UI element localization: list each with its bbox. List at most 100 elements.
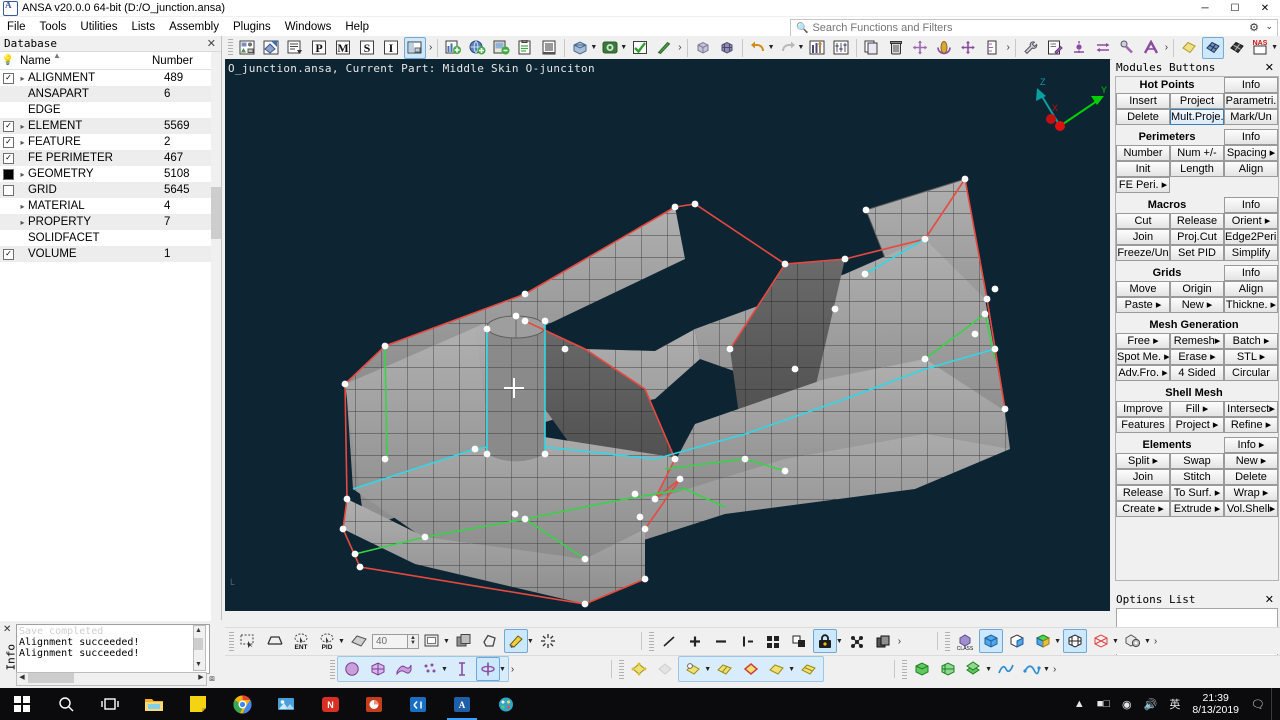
table-row[interactable]: ANSAPART 6 <box>0 86 212 102</box>
scroll-left-icon[interactable]: ◀ <box>17 673 27 683</box>
class-icon[interactable]: CLASS <box>953 629 977 653</box>
translate-icon[interactable] <box>957 37 979 59</box>
grids-origin-button[interactable]: Origin <box>1170 281 1224 297</box>
dropdown6-icon[interactable]: ▼ <box>1112 638 1119 645</box>
checkbox-checked-icon[interactable]: ✓ <box>3 152 14 164</box>
shell-mesh-icon[interactable] <box>1202 36 1225 59</box>
ent-select-icon[interactable]: ENT <box>289 629 313 653</box>
elements-info-button[interactable]: Info ▸ <box>1224 437 1278 453</box>
geometry-face-icon[interactable] <box>1178 37 1200 59</box>
view-dropdown-icon[interactable]: ▼ <box>590 44 597 51</box>
shellmesh-improve-button[interactable]: Improve <box>1116 401 1170 417</box>
meshgen-spotmesh-button[interactable]: Spot Me. ▸ <box>1116 349 1170 365</box>
wire-cube-icon[interactable] <box>1063 629 1088 653</box>
rotate-icon[interactable] <box>933 37 955 59</box>
overflow-chevron-icon[interactable]: › <box>429 42 432 53</box>
mesh-box-icon[interactable] <box>716 37 738 59</box>
shadow-icon[interactable] <box>787 629 811 653</box>
macros-simplify-button[interactable]: Simplify <box>1224 245 1278 261</box>
tree-scrollbar[interactable] <box>211 53 221 626</box>
frame-icon[interactable] <box>420 629 444 653</box>
not-icon[interactable] <box>735 629 759 653</box>
overflow3-chevron-icon[interactable]: › <box>1006 42 1009 53</box>
undo-dropdown-icon[interactable]: ▼ <box>768 44 775 51</box>
row-checkbox[interactable] <box>0 184 17 196</box>
row-checkbox[interactable]: ✓ <box>0 152 17 164</box>
meshgen-circular-button[interactable]: Circular <box>1224 365 1278 381</box>
table-row[interactable]: GRID 5645 <box>0 182 212 198</box>
scrollbar-thumb[interactable] <box>28 673 74 683</box>
table-row[interactable]: SOLIDFACET <box>0 230 212 246</box>
elements-stitch-button[interactable]: Stitch <box>1170 469 1224 485</box>
include-icon[interactable]: I <box>380 37 402 59</box>
gear-icon[interactable]: ⚙ <box>1249 21 1259 34</box>
3d-viewport[interactable]: O_junction.ansa, Current Part: Middle Sk… <box>225 59 1110 611</box>
file-explorer-icon[interactable] <box>132 688 176 720</box>
gear-cube-icon[interactable] <box>1121 629 1145 653</box>
macros-edge2peri-button[interactable]: Edge2Peri. <box>1224 229 1278 245</box>
group-title[interactable]: Macros <box>1116 197 1224 213</box>
toolbar-grip-2[interactable] <box>619 659 625 679</box>
netease-icon[interactable]: N <box>308 688 352 720</box>
scroll-up-icon[interactable]: ▲ <box>194 626 203 636</box>
macros-release-button[interactable]: Release <box>1170 213 1224 229</box>
dropdown3-icon[interactable]: ▼ <box>527 638 534 645</box>
perimeters-init-button[interactable]: Init <box>1116 161 1170 177</box>
table-row[interactable]: ▸ PROPERTY 7 <box>0 214 212 230</box>
material-icon[interactable]: M <box>332 37 354 59</box>
group-title[interactable]: Elements <box>1116 437 1224 453</box>
grids-new-button[interactable]: New ▸ <box>1170 297 1224 313</box>
shellmesh-intersect-button[interactable]: Intersect▸ <box>1224 401 1278 417</box>
dropdown2-icon[interactable]: ▼ <box>443 638 450 645</box>
quad-node-icon[interactable] <box>627 657 651 681</box>
line-icon[interactable] <box>657 629 681 653</box>
overflow4-chevron-icon[interactable]: › <box>1165 42 1168 53</box>
log-vertical-scrollbar[interactable]: ▲ ▼ <box>193 625 206 671</box>
nastran-dropdown-icon[interactable]: ▼ <box>1271 44 1278 51</box>
toolbar-grip[interactable] <box>229 631 234 651</box>
log-horizontal-scrollbar[interactable]: ◀ ▶ <box>16 672 207 686</box>
table-row[interactable]: ✓ VOLUME 1 <box>0 246 212 262</box>
ime-icon[interactable]: 英 <box>1169 696 1180 712</box>
close-icon[interactable]: ✕ <box>1265 61 1274 74</box>
pid-select-icon[interactable]: PID <box>315 629 339 653</box>
menu-utilities[interactable]: Utilities <box>73 19 124 35</box>
tools-wrench-icon[interactable] <box>1020 37 1042 59</box>
screw-icon[interactable] <box>1116 37 1138 59</box>
mesh-model[interactable] <box>225 59 1110 611</box>
perimeters-spacing-button[interactable]: Spacing ▸ <box>1224 145 1278 161</box>
row-checkbox[interactable]: ✓ <box>0 248 17 260</box>
search-icon[interactable] <box>44 688 88 720</box>
toolbar-grip[interactable] <box>228 39 233 56</box>
expand-icon[interactable]: ▸ <box>17 202 28 211</box>
table-row[interactable]: ▸ GEOMETRY 5108 <box>0 166 212 182</box>
grids-thickness-button[interactable]: Thickne. ▸ <box>1224 297 1278 313</box>
group-title[interactable]: Hot Points <box>1116 77 1224 93</box>
close-icon[interactable]: ✕ <box>207 37 216 50</box>
elements-new-button[interactable]: New ▸ <box>1224 453 1278 469</box>
ansa-icon[interactable]: A <box>440 688 484 720</box>
database-tree[interactable]: ▲ 💡 Name Number ✓ ▸ ALIGNMENT 489 ANSAPA… <box>0 51 212 642</box>
scroll-down-icon[interactable]: ▼ <box>194 660 203 670</box>
connection-icon[interactable] <box>1140 37 1162 59</box>
undo-icon[interactable] <box>747 37 769 59</box>
feature-line-icon[interactable] <box>263 629 287 653</box>
row-checkbox[interactable]: ✓ <box>0 72 17 84</box>
axis-icon[interactable] <box>475 657 500 681</box>
dropdown6-icon[interactable]: ▼ <box>1043 666 1050 673</box>
report-icon[interactable] <box>538 37 560 59</box>
shellmesh-refine-button[interactable]: Refine ▸ <box>1224 417 1278 433</box>
minimize-button[interactable]: ─ <box>1190 0 1220 16</box>
show-desktop-button[interactable] <box>1271 688 1280 720</box>
row-checkbox[interactable]: ✓ <box>0 136 17 148</box>
hotpoints-parametric-button[interactable]: Parametri. <box>1224 93 1278 109</box>
photos-icon[interactable] <box>264 688 308 720</box>
table-row[interactable]: ✓ ▸ ALIGNMENT 489 <box>0 70 212 86</box>
overflow-chevron-icon[interactable]: › <box>511 664 514 675</box>
expand-icon[interactable]: ▸ <box>17 218 28 227</box>
battery-icon[interactable]: ■□ <box>1097 698 1110 710</box>
minus-icon[interactable] <box>709 629 733 653</box>
checkbox-empty-icon[interactable] <box>3 184 14 196</box>
elements-split-button[interactable]: Split ▸ <box>1116 453 1170 469</box>
move-icon[interactable] <box>909 37 931 59</box>
